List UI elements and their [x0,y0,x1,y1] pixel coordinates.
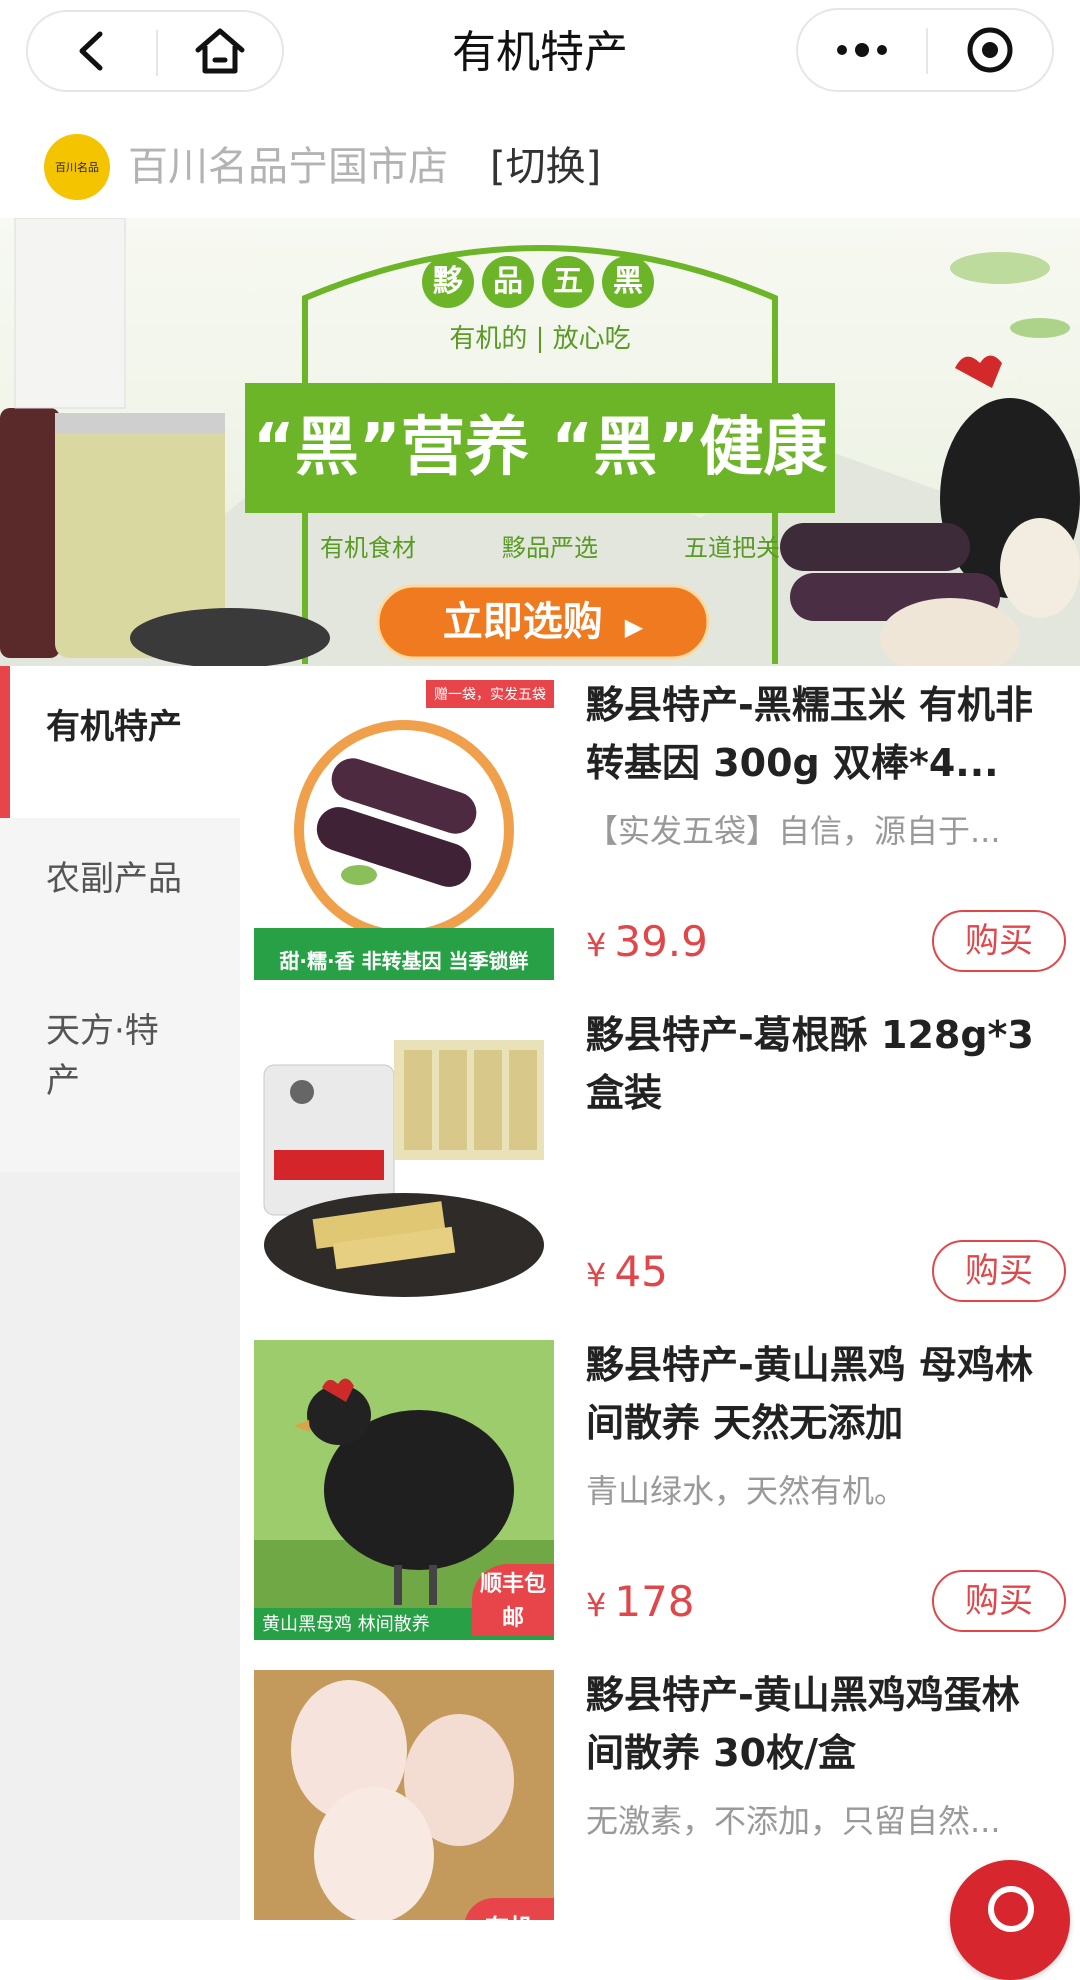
banner-seal-char: 黑 [602,256,654,308]
price-value: 39.9 [614,917,708,966]
currency-symbol: ¥ [586,1256,607,1294]
product-price: ¥45 [586,1244,668,1300]
sidebar-empty-area [0,1172,240,1920]
corn-image [254,720,554,980]
banner-feature: 有机食材 [320,534,416,562]
banner-cta-button[interactable]: 立即选购 ▶ [378,586,708,658]
home-icon [195,28,245,74]
banner-headline: “黑”营养 “黑”健康 [252,411,828,485]
thumb-bottom-caption: 黄山黑母鸡 林间散养 [262,1614,430,1635]
product-title: 黟县特产-黑糯玉米 有机非转基因 300g 双棒*4... [586,683,1034,785]
more-button[interactable] [798,10,926,90]
page-title: 有机特产 [452,27,628,78]
product-image [254,1010,554,1310]
category-label: 天方·特产 [46,1011,159,1101]
banner-seal-char: 黟 [422,256,474,308]
product-card[interactable]: 黟县特产-葛根酥 128g*3盒装 ¥45 购买 [240,996,1080,1326]
product-price: ¥39.9 [586,914,708,970]
banner-feature: 黟品严选 [502,534,598,562]
product-list: 赠一袋，实发五袋 甜·糯·香 非转基因 当季锁鲜 黟县特产-黑糯玉米 有机非转基… [240,666,1080,1920]
price-value: 45 [614,1247,668,1296]
product-card[interactable]: 有机 黟县特产-黄山黑鸡鸡蛋林间散养 30枚/盒 无激素，不添加，只留自然... [240,1656,1080,1920]
home-button[interactable] [158,12,282,90]
currency-symbol: ¥ [586,926,607,964]
target-circle-icon [967,27,1013,73]
product-desc: 青山绿水，天然有机。 [586,1472,907,1510]
active-indicator [0,666,10,818]
category-label: 有机特产 [46,707,182,747]
price-value: 178 [614,1577,695,1626]
floating-cart-button[interactable] [950,1860,1070,1980]
product-title: 黟县特产-黄山黑鸡鸡蛋林间散养 30枚/盒 [586,1673,1020,1775]
category-item-tianfang[interactable]: 天方·特产 [0,970,240,1170]
banner-seal-char: 五 [542,256,594,308]
banner-seal-row: 黟 品 五 黑 [422,256,662,312]
banner-seal-char: 品 [482,256,534,308]
nav-capsule-left [26,10,284,92]
product-desc: 【实发五袋】自信，源自于... [586,812,1001,850]
top-nav-bar: 有机特产 [0,0,1080,110]
more-dots-icon [837,43,887,57]
category-sidebar: 有机特产 农副产品 天方·特产 [0,666,240,1920]
product-title: 黟县特产-黄山黑鸡 母鸡林间散养 天然无添加 [586,1343,1034,1445]
store-logo-text: 百川名品 [55,161,99,174]
product-desc: 无激素，不添加，只留自然... [586,1802,1001,1840]
back-button[interactable] [28,12,156,90]
category-item-organic[interactable]: 有机特产 [0,666,240,818]
banner-features: 有机食材 黟品严选 五道把关 [320,528,780,563]
switch-store-link[interactable]: [切换] [490,134,601,200]
buy-button[interactable]: 购买 [932,1570,1066,1632]
product-image: 赠一袋，实发五袋 甜·糯·香 非转基因 当季锁鲜 [254,680,554,980]
chevron-left-icon [79,31,103,71]
product-image: 有机 [254,1670,554,1920]
product-image: 顺丰包邮 黄山黑母鸡 林间散养 [254,1340,554,1640]
cart-icon [988,1886,1034,1932]
thumb-bottom-caption: 甜·糯·香 非转基因 当季锁鲜 [279,949,529,973]
close-miniprogram-button[interactable] [928,10,1052,90]
product-card[interactable]: 顺丰包邮 黄山黑母鸡 林间散养 黟县特产-黄山黑鸡 母鸡林间散养 天然无添加 青… [240,1326,1080,1656]
thumb-promo-tag: 顺丰包邮 [472,1564,554,1636]
banner-feature: 五道把关 [684,534,780,562]
product-desc [586,1136,1056,1186]
product-card[interactable]: 赠一袋，实发五袋 甜·糯·香 非转基因 当季锁鲜 黟县特产-黑糯玉米 有机非转基… [240,666,1080,996]
product-title: 黟县特产-葛根酥 128g*3盒装 [586,1013,1034,1115]
play-triangle-icon: ▶ [624,613,644,641]
category-item-agricultural[interactable]: 农副产品 [0,818,240,970]
buy-button[interactable]: 购买 [932,1240,1066,1302]
promo-banner[interactable]: 黟 品 五 黑 有机的 | 放心吃 “黑”营养 “黑”健康 有机食材 黟品严选 … [0,218,1080,666]
nav-capsule-right [796,8,1054,92]
eggs-image [254,1670,554,1920]
product-price: ¥178 [586,1574,695,1630]
store-name: 百川名品宁国市店 [128,144,448,190]
thumb-promo-tag: 赠一袋，实发五袋 [426,680,554,708]
category-label: 农副产品 [46,859,182,899]
currency-symbol: ¥ [586,1586,607,1624]
buy-button[interactable]: 购买 [932,910,1066,972]
store-logo: 百川名品 [44,134,110,200]
banner-subtitle: 有机的 | 放心吃 [449,324,631,354]
store-header: 百川名品 百川名品宁国市店 [切换] [0,120,1080,218]
gegen-cake-image [263,1040,544,1297]
banner-cta-label: 立即选购 [442,599,603,645]
